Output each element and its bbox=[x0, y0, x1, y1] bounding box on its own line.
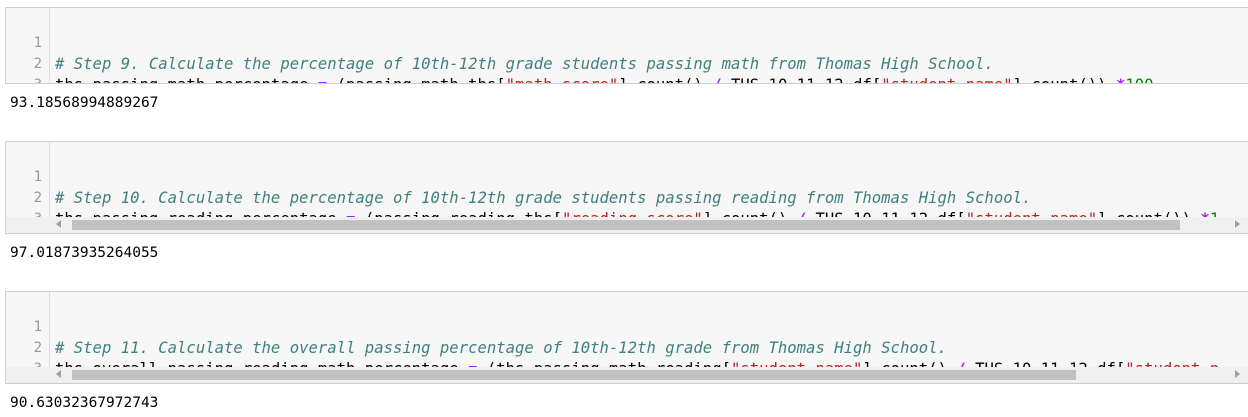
cell-output: 97.01873935264055 bbox=[10, 245, 159, 261]
line-number: 3 bbox=[6, 75, 42, 83]
code-token: / bbox=[712, 76, 721, 83]
code-line: 3 ths_passing_math_percentage bbox=[6, 54, 62, 83]
horizontal-scrollbar[interactable] bbox=[6, 217, 1248, 233]
code-line: 2 ths_overall_passing_reading_math_perce… bbox=[6, 317, 1220, 378]
code-line: 1 # Step 10. Calculate the percentage of… bbox=[6, 146, 1032, 207]
code-token: (passing_math_ths[ bbox=[327, 76, 506, 83]
code-line: 1 # Step 11. Calculate the overall passi… bbox=[6, 296, 947, 357]
code-cell-step-9[interactable]: 1 # Step 9. Calculate the percentage of … bbox=[5, 7, 1248, 84]
cell-output: 90.63032367972743 bbox=[10, 395, 159, 411]
code-token: # Step 10. Calculate the percentage of 1… bbox=[55, 189, 1032, 207]
code-line: 2 ths_passing_reading_percentage = (pass… bbox=[6, 167, 1220, 228]
code-token: # Step 9. Calculate the percentage of 10… bbox=[55, 55, 994, 73]
code-line: 3 ths_passing_reading_percentage bbox=[6, 188, 337, 233]
code-line: 1 # Step 9. Calculate the percentage of … bbox=[6, 12, 994, 73]
code-text: ths_passing_math_percentage = (passing_m… bbox=[55, 75, 1154, 83]
code-line: 2 ths_passing_math_percentage = (passing… bbox=[6, 33, 1154, 83]
scroll-right-arrow-icon[interactable] bbox=[1235, 220, 1240, 228]
scrollbar-thumb[interactable] bbox=[72, 370, 1076, 380]
code-text: # Step 9. Calculate the percentage of 10… bbox=[55, 54, 994, 75]
code-token: # Step 11. Calculate the overall passing… bbox=[55, 339, 947, 357]
code-token: "math_score" bbox=[506, 76, 619, 83]
code-token: * bbox=[1116, 76, 1125, 83]
cell-output: 93.18568994889267 bbox=[10, 95, 159, 111]
code-token: = bbox=[318, 76, 327, 83]
scroll-right-arrow-icon[interactable] bbox=[1235, 370, 1240, 378]
code-token: THS_10_11_12_df[ bbox=[722, 76, 881, 83]
code-cell-step-11[interactable]: 1 # Step 11. Calculate the overall passi… bbox=[5, 291, 1248, 384]
code-cell-step-10[interactable]: 1 # Step 10. Calculate the percentage of… bbox=[5, 141, 1248, 234]
code-line: 3 ths_overall_passing_reading_math_perce… bbox=[6, 338, 459, 383]
scroll-left-arrow-icon[interactable] bbox=[56, 370, 61, 378]
code-token: ].count()) bbox=[1013, 76, 1116, 83]
horizontal-scrollbar[interactable] bbox=[6, 367, 1248, 383]
code-text: # Step 11. Calculate the overall passing… bbox=[55, 338, 947, 359]
code-token: ths_passing_math_percentage bbox=[55, 76, 318, 83]
code-text: # Step 10. Calculate the percentage of 1… bbox=[55, 188, 1031, 209]
code-token: 100 bbox=[1125, 76, 1153, 83]
code-token: ].count() bbox=[618, 76, 712, 83]
scrollbar-thumb[interactable] bbox=[72, 220, 1180, 230]
code-token: "student_name" bbox=[881, 76, 1012, 83]
scroll-left-arrow-icon[interactable] bbox=[56, 220, 61, 228]
